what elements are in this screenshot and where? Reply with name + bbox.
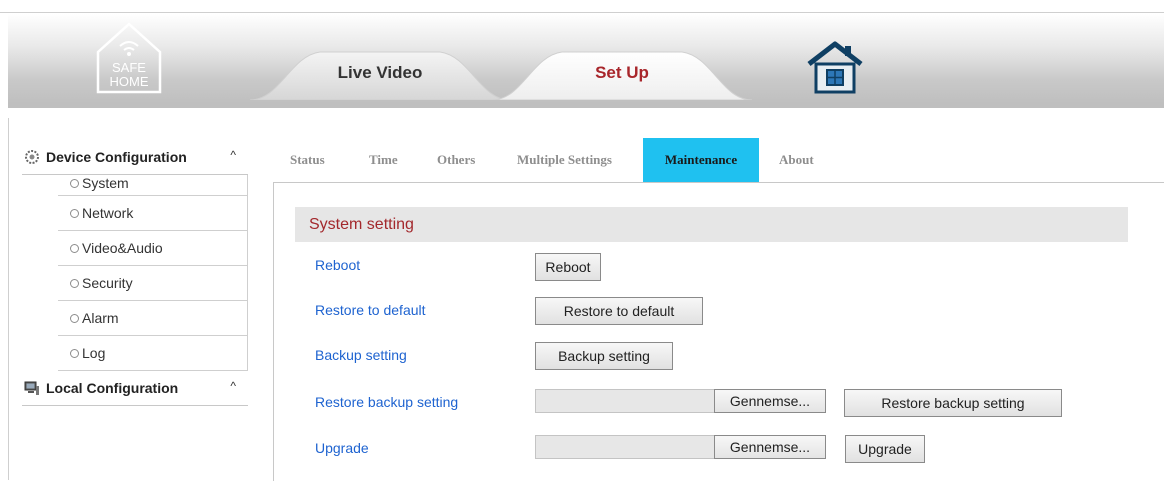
reboot-label: Reboot: [315, 257, 361, 273]
gear-cluster-icon: [24, 149, 40, 165]
sidebar-item-label: System: [82, 175, 129, 191]
home-icon[interactable]: [805, 40, 865, 94]
sidebar-item-system[interactable]: System: [58, 175, 248, 196]
chevron-up-icon[interactable]: ^: [230, 148, 236, 162]
sidebar-item-log[interactable]: Log: [58, 336, 248, 371]
sidebar-local-configuration[interactable]: Local Configuration ^: [22, 371, 248, 406]
logo-text-bottom: HOME: [110, 74, 149, 89]
content-left-border: [8, 118, 9, 480]
sidebar: Device Configuration ^ System Network Vi…: [22, 140, 248, 406]
upgrade-button[interactable]: Upgrade: [845, 435, 925, 463]
restore-backup-file-input[interactable]: [535, 389, 715, 413]
tab-others[interactable]: Others: [437, 138, 475, 182]
sidebar-item-label: Security: [82, 275, 133, 291]
sidebar-item-security[interactable]: Security: [58, 266, 248, 301]
sidebar-device-configuration[interactable]: Device Configuration ^: [22, 140, 248, 175]
sidebar-item-label: Alarm: [82, 310, 119, 326]
upgrade-file-input[interactable]: [535, 435, 715, 459]
sidebar-item-label: Network: [82, 205, 134, 221]
backup-setting-label: Backup setting: [315, 347, 407, 363]
tab-time[interactable]: Time: [369, 138, 398, 182]
backup-setting-button[interactable]: Backup setting: [535, 342, 673, 370]
sidebar-local-configuration-label: Local Configuration: [46, 380, 179, 396]
tab-live-video[interactable]: Live Video: [250, 48, 510, 100]
radio-dot-icon: [70, 349, 79, 358]
radio-dot-icon: [70, 179, 79, 188]
tab-set-up-label: Set Up: [595, 63, 649, 82]
computer-icon: [24, 380, 40, 396]
tab-about[interactable]: About: [779, 138, 814, 182]
restore-default-label: Restore to default: [315, 302, 426, 318]
restore-backup-label: Restore backup setting: [315, 394, 459, 410]
tab-status[interactable]: Status: [290, 138, 325, 182]
upgrade-label: Upgrade: [315, 440, 369, 456]
top-divider: [0, 12, 1164, 13]
reboot-button[interactable]: Reboot: [535, 253, 601, 281]
sidebar-item-label: Log: [82, 345, 106, 361]
restore-backup-browse-button[interactable]: Gennemse...: [714, 389, 826, 413]
chevron-up-icon[interactable]: ^: [230, 379, 236, 393]
sidebar-item-label: Video&Audio: [82, 240, 163, 256]
tab-live-video-label: Live Video: [337, 63, 423, 82]
header-bottom-strip: [8, 104, 1164, 108]
safe-home-logo-icon: SAFE HOME: [94, 18, 164, 96]
radio-dot-icon: [70, 209, 79, 218]
radio-dot-icon: [70, 244, 79, 253]
tab-multiple-settings[interactable]: Multiple Settings: [517, 138, 612, 182]
upgrade-browse-button[interactable]: Gennemse...: [714, 435, 826, 459]
tab-maintenance[interactable]: Maintenance: [643, 138, 759, 182]
radio-dot-icon: [70, 279, 79, 288]
section-header: System setting: [295, 207, 1128, 242]
sidebar-item-network[interactable]: Network: [58, 196, 248, 231]
sidebar-item-video-audio[interactable]: Video&Audio: [58, 231, 248, 266]
logo-text-top: SAFE: [112, 60, 146, 75]
section-title: System setting: [309, 216, 414, 233]
sidebar-item-alarm[interactable]: Alarm: [58, 301, 248, 336]
radio-dot-icon: [70, 314, 79, 323]
sidebar-device-configuration-label: Device Configuration: [46, 149, 187, 165]
restore-default-button[interactable]: Restore to default: [535, 297, 703, 325]
tab-set-up[interactable]: Set Up: [492, 48, 752, 100]
restore-backup-button[interactable]: Restore backup setting: [844, 389, 1062, 417]
